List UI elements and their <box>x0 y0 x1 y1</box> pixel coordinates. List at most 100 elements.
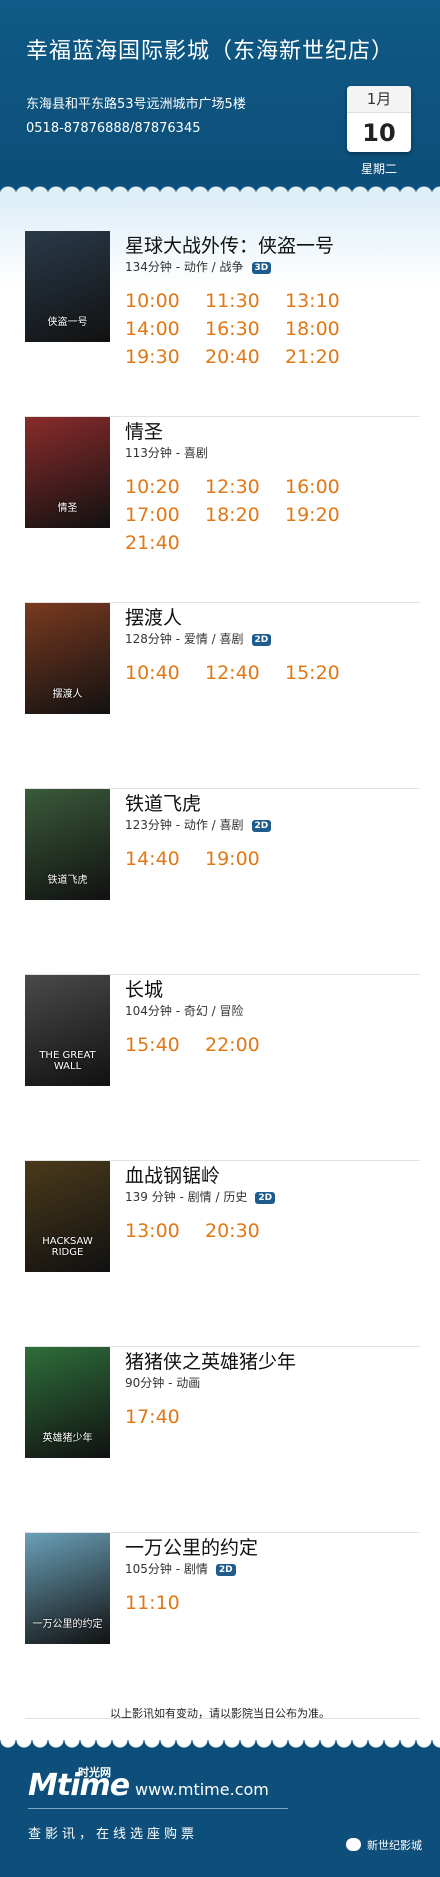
movie-title[interactable]: 铁道飞虎 <box>125 789 201 816</box>
movie-entry[interactable]: 侠盗一号 星球大战外传：侠盗一号 134分钟 - 动作 / 战争 3D 10:00 11:… <box>25 231 420 417</box>
notice-text: 以上影讯如有变动，请以影院当日公布为准。 <box>110 1707 330 1720</box>
showtimes: 15:40 22:00 <box>125 1031 425 1059</box>
showtimes: 17:40 <box>125 1403 425 1431</box>
movie-poster[interactable]: 铁道飞虎 <box>25 789 110 900</box>
footer-slogan: 查影讯，在线选座购票 <box>28 1827 199 1842</box>
movie-info: 113分钟 - 喜剧 <box>125 444 208 461</box>
showtime[interactable]: 11:10 <box>125 1589 205 1617</box>
showtimes: 14:40 19:00 <box>125 845 425 873</box>
movie-entry[interactable]: 一万公里的约定 一万公里的约定 105分钟 - 剧情 2D 11:10 <box>25 1533 420 1719</box>
movie-duration-genre: 90分钟 - 动画 <box>125 1376 201 1390</box>
movie-duration-genre: 128分钟 - 爱情 / 喜剧 <box>125 632 244 646</box>
movie-poster[interactable]: 英雄猪少年 <box>25 1347 110 1458</box>
showtime[interactable]: 17:00 <box>125 501 205 529</box>
showtime[interactable]: 19:00 <box>205 845 285 873</box>
wechat-account-name: 新世纪影城 <box>367 1839 422 1852</box>
movie-title[interactable]: 摆渡人 <box>125 603 182 630</box>
footer-divider <box>28 1808 288 1809</box>
movie-entry[interactable]: 摆渡人 摆渡人 128分钟 - 爱情 / 喜剧 2D 10:40 12:40 15:20 <box>25 603 420 789</box>
showtime[interactable]: 14:00 <box>125 315 205 343</box>
movie-title[interactable]: 星球大战外传：侠盗一号 <box>125 231 334 258</box>
showtime[interactable]: 14:40 <box>125 845 205 873</box>
showtime[interactable]: 13:10 <box>285 287 365 315</box>
poster-title: 英雄猪少年 <box>42 1433 93 1444</box>
format-badge: 2D <box>251 820 272 832</box>
mtime-site-link[interactable]: www.mtime.com <box>135 1780 269 1799</box>
movie-poster[interactable]: HACKSAW RIDGE <box>25 1161 110 1272</box>
showtime[interactable]: 21:20 <box>285 343 365 371</box>
poster-title: 铁道飞虎 <box>47 875 88 886</box>
cinema-title: 幸福蓝海国际影城（东海新世纪店） <box>26 39 395 64</box>
mtime-footer: Mtime 时光网 www.mtime.com 查影讯，在线选座购票 新世纪影城 <box>0 1740 440 1877</box>
mtime-logo-cn: 时光网 <box>78 1766 111 1779</box>
movie-info: 123分钟 - 动作 / 喜剧 2D <box>125 816 272 833</box>
poster-title: 情圣 <box>57 503 78 514</box>
showtime[interactable]: 10:00 <box>125 287 205 315</box>
wechat-icon <box>346 1838 361 1851</box>
footer-wave-edge <box>0 1740 440 1750</box>
showtime[interactable]: 20:30 <box>205 1217 285 1245</box>
showtime[interactable]: 10:40 <box>125 659 205 687</box>
showtime[interactable]: 16:00 <box>285 473 365 501</box>
movie-poster[interactable]: 情圣 <box>25 417 110 528</box>
movie-duration-genre: 123分钟 - 动作 / 喜剧 <box>125 818 244 832</box>
movie-entry[interactable]: 铁道飞虎 铁道飞虎 123分钟 - 动作 / 喜剧 2D 14:40 19:00 <box>25 789 420 975</box>
movie-duration-genre: 105分钟 - 剧情 <box>125 1562 208 1576</box>
showtime[interactable]: 12:30 <box>205 473 285 501</box>
movie-poster[interactable]: 摆渡人 <box>25 603 110 714</box>
showtime[interactable]: 16:30 <box>205 315 285 343</box>
movie-poster[interactable]: 侠盗一号 <box>25 231 110 342</box>
showtime[interactable]: 19:30 <box>125 343 205 371</box>
showtime[interactable]: 17:40 <box>125 1403 205 1431</box>
movie-entry[interactable]: 情圣 情圣 113分钟 - 喜剧 10:20 12:30 16:00 17:00 18:20 1… <box>25 417 420 603</box>
showtime[interactable]: 15:40 <box>125 1031 205 1059</box>
movie-info: 105分钟 - 剧情 2D <box>125 1560 236 1577</box>
movie-info: 134分钟 - 动作 / 战争 3D <box>125 258 272 275</box>
poster-title: THE GREAT WALL <box>39 1050 96 1072</box>
format-badge: 2D <box>251 634 272 646</box>
movie-poster[interactable]: THE GREAT WALL <box>25 975 110 1086</box>
movie-duration-genre: 134分钟 - 动作 / 战争 <box>125 260 244 274</box>
cinema-address: 东海县和平东路53号远洲城市广场5楼 <box>26 97 246 112</box>
showtimes: 10:00 11:30 13:10 14:00 16:30 18:00 19:30 20:40… <box>125 287 425 371</box>
showtime[interactable]: 10:20 <box>125 473 205 501</box>
movie-info: 139 分钟 - 剧情 / 历史 2D <box>125 1188 276 1205</box>
format-badge: 2D <box>255 1192 276 1204</box>
showtime[interactable]: 20:40 <box>205 343 285 371</box>
calendar-badge: 1月 10 <box>347 86 411 152</box>
movie-list: 侠盗一号 星球大战外传：侠盗一号 134分钟 - 动作 / 战争 3D 10:00 11:… <box>0 195 440 1719</box>
showtimes: 10:40 12:40 15:20 <box>125 659 425 687</box>
showtime[interactable]: 19:20 <box>285 501 365 529</box>
movie-title[interactable]: 长城 <box>125 975 163 1002</box>
cinema-phone: 0518-87876888/87876345 <box>26 121 201 136</box>
poster-title: 侠盗一号 <box>47 317 88 328</box>
movie-poster[interactable]: 一万公里的约定 <box>25 1533 110 1644</box>
movie-info: 104分钟 - 奇幻 / 冒险 <box>125 1002 244 1019</box>
movie-entry[interactable]: 英雄猪少年 猪猪侠之英雄猪少年 90分钟 - 动画 17:40 <box>25 1347 420 1533</box>
showtime[interactable]: 15:20 <box>285 659 365 687</box>
movie-title[interactable]: 猪猪侠之英雄猪少年 <box>125 1347 296 1374</box>
format-badge: 2D <box>215 1564 236 1576</box>
movie-duration-genre: 139 分钟 - 剧情 / 历史 <box>125 1190 248 1204</box>
poster-title: HACKSAW RIDGE <box>42 1236 93 1258</box>
showtime[interactable]: 22:00 <box>205 1031 285 1059</box>
showtimes: 11:10 <box>125 1589 425 1617</box>
movie-entry[interactable]: THE GREAT WALL 长城 104分钟 - 奇幻 / 冒险 15:40 22:0… <box>25 975 420 1161</box>
showtimes: 13:00 20:30 <box>125 1217 425 1245</box>
movie-info: 128分钟 - 爱情 / 喜剧 2D <box>125 630 272 647</box>
showtime[interactable]: 13:00 <box>125 1217 205 1245</box>
movie-entry[interactable]: HACKSAW RIDGE 血战钢锯岭 139 分钟 - 剧情 / 历史 2D 13:0… <box>25 1161 420 1347</box>
movie-title[interactable]: 一万公里的约定 <box>125 1533 258 1560</box>
movie-duration-genre: 104分钟 - 奇幻 / 冒险 <box>125 1004 244 1018</box>
showtime[interactable]: 21:40 <box>125 529 205 557</box>
cinema-header: 幸福蓝海国际影城（东海新世纪店） 东海县和平东路53号远洲城市广场5楼 0518… <box>0 0 440 195</box>
showtime[interactable]: 12:40 <box>205 659 285 687</box>
showtime[interactable]: 18:00 <box>285 315 365 343</box>
format-badge: 3D <box>251 262 272 274</box>
showtime[interactable]: 18:20 <box>205 501 285 529</box>
showtime[interactable]: 11:30 <box>205 287 285 315</box>
showtimes: 10:20 12:30 16:00 17:00 18:20 19:20 21:40 <box>125 473 425 557</box>
movie-title[interactable]: 情圣 <box>125 417 163 444</box>
movie-duration-genre: 113分钟 - 喜剧 <box>125 446 208 460</box>
movie-title[interactable]: 血战钢锯岭 <box>125 1161 220 1188</box>
